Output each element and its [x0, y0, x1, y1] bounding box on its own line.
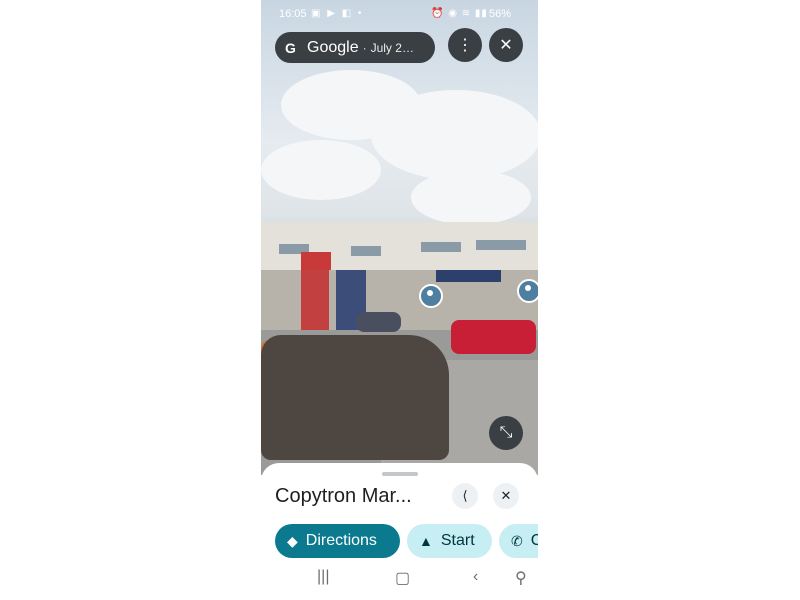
drag-handle[interactable]	[382, 472, 418, 476]
cloud	[371, 90, 538, 180]
phone-screen: 16:05 ▣ ▶ ◧ • ⏰ ◉ ≋ ▮▮ 56% G Google · Ju…	[261, 0, 538, 600]
status-time: 16:05	[279, 8, 307, 20]
collapse-view-button[interactable]: ⤡	[489, 416, 523, 450]
call-button[interactable]: ✆ C	[499, 524, 538, 558]
parked-car	[356, 312, 401, 332]
start-label: Start	[440, 532, 475, 549]
window	[476, 240, 526, 250]
start-navigation-button[interactable]: ▲ Start	[407, 524, 492, 558]
window	[421, 242, 461, 252]
place-title: Copytron Mar...	[275, 485, 412, 507]
system-icons: ⏰ ◉ ≋ ▮▮	[431, 8, 488, 19]
shopfront	[301, 270, 329, 332]
back-icon[interactable]: ‹	[473, 568, 478, 586]
close-sheet-button[interactable]: ✕	[493, 483, 519, 509]
directions-button[interactable]: ◆ Directions	[275, 524, 400, 558]
home-icon[interactable]: ▢	[395, 568, 410, 588]
street-view-image[interactable]	[261, 0, 538, 475]
navigation-arrow-icon: ▲	[419, 533, 433, 549]
phone-icon: ✆	[511, 532, 523, 549]
collapse-arrows-icon: ⤡	[499, 424, 513, 441]
building-upper-floor	[261, 222, 538, 270]
close-icon: ✕	[500, 488, 512, 503]
notification-icons: ▣ ▶ ◧ •	[311, 8, 364, 19]
status-bar: 16:05 ▣ ▶ ◧ • ⏰ ◉ ≋ ▮▮ 56%	[261, 8, 538, 24]
close-icon: ✕	[499, 37, 513, 54]
accessibility-icon[interactable]: ⚲	[515, 568, 527, 588]
separator: ·	[362, 40, 367, 55]
close-street-view-button[interactable]: ✕	[489, 28, 523, 62]
red-car	[451, 320, 536, 354]
battery-level: 56%	[489, 8, 512, 20]
dark-minivan	[261, 335, 449, 460]
red-facade	[301, 252, 331, 270]
imagery-date: July 2…	[370, 40, 414, 55]
share-button[interactable]: ⟨	[452, 483, 478, 509]
google-g-icon: G	[285, 39, 296, 56]
recent-apps-icon[interactable]: |||	[317, 568, 329, 586]
cloud	[261, 140, 381, 200]
brand-label: Google	[307, 38, 359, 56]
directions-label: Directions	[305, 532, 377, 549]
vertical-dots-icon: ⋮	[457, 37, 473, 54]
call-label: C	[530, 532, 538, 549]
system-navigation-bar: ||| ▢ ‹ ⚲	[261, 568, 538, 592]
shop-sign	[436, 270, 501, 282]
place-pin-icon[interactable]	[517, 279, 538, 303]
more-options-button[interactable]: ⋮	[448, 28, 482, 62]
share-icon: ⟨	[462, 488, 468, 503]
imagery-title-pill[interactable]: G Google · July 2…	[275, 32, 435, 63]
directions-diamond-icon: ◆	[287, 532, 298, 549]
cloud	[411, 170, 531, 225]
place-pin-icon[interactable]	[419, 284, 443, 308]
window	[351, 246, 381, 256]
